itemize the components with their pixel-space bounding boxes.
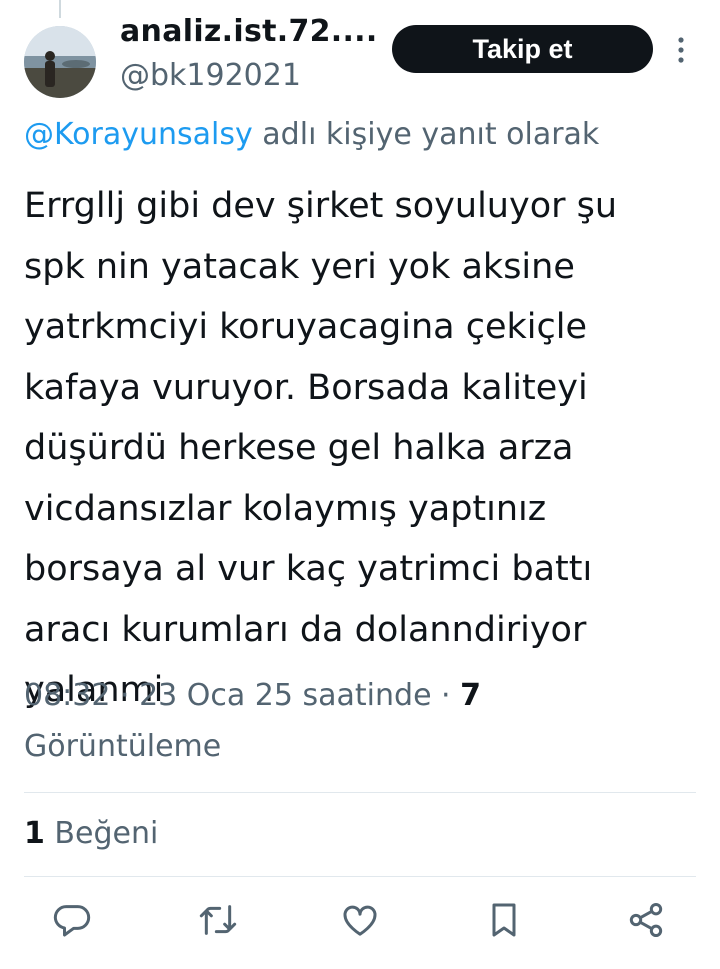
likes-label: Beğeni bbox=[54, 816, 159, 851]
more-vertical-icon[interactable] bbox=[673, 34, 689, 66]
retweet-icon[interactable] bbox=[198, 900, 238, 940]
divider bbox=[24, 792, 696, 793]
bookmark-icon[interactable] bbox=[484, 900, 524, 940]
likes-count: 1 bbox=[24, 816, 45, 851]
reply-context: @Korayunsalsy adlı kişiye yanıt olarak bbox=[24, 117, 599, 152]
thread-connector-line bbox=[59, 0, 61, 18]
reply-mention-link[interactable]: @Korayunsalsy bbox=[24, 117, 253, 152]
like-icon[interactable] bbox=[340, 900, 380, 940]
author-handle[interactable]: @bk192021 bbox=[120, 58, 301, 93]
reply-icon[interactable] bbox=[52, 900, 92, 940]
avatar-image bbox=[24, 26, 96, 98]
share-icon[interactable] bbox=[626, 900, 666, 940]
views-label: Görüntüleme bbox=[24, 729, 222, 764]
likes-summary[interactable]: 1 Beğeni bbox=[24, 816, 158, 851]
tweet-timestamp[interactable]: 08:32 · 23 Oca 25 saatinde · bbox=[24, 678, 460, 713]
divider bbox=[24, 876, 696, 877]
author-display-name[interactable]: analiz.ist.72.... bbox=[120, 14, 378, 49]
views-count: 7 bbox=[460, 678, 482, 713]
follow-button[interactable]: Takip et bbox=[392, 25, 653, 73]
avatar[interactable] bbox=[24, 26, 96, 98]
tweet-text: Errgllj gibi dev şirket soyuluyor şu spk… bbox=[24, 186, 618, 710]
tweet-meta: 08:32 · 23 Oca 25 saatinde · 7 bbox=[24, 678, 481, 713]
reply-context-text: adlı kişiye yanıt olarak bbox=[252, 117, 600, 152]
